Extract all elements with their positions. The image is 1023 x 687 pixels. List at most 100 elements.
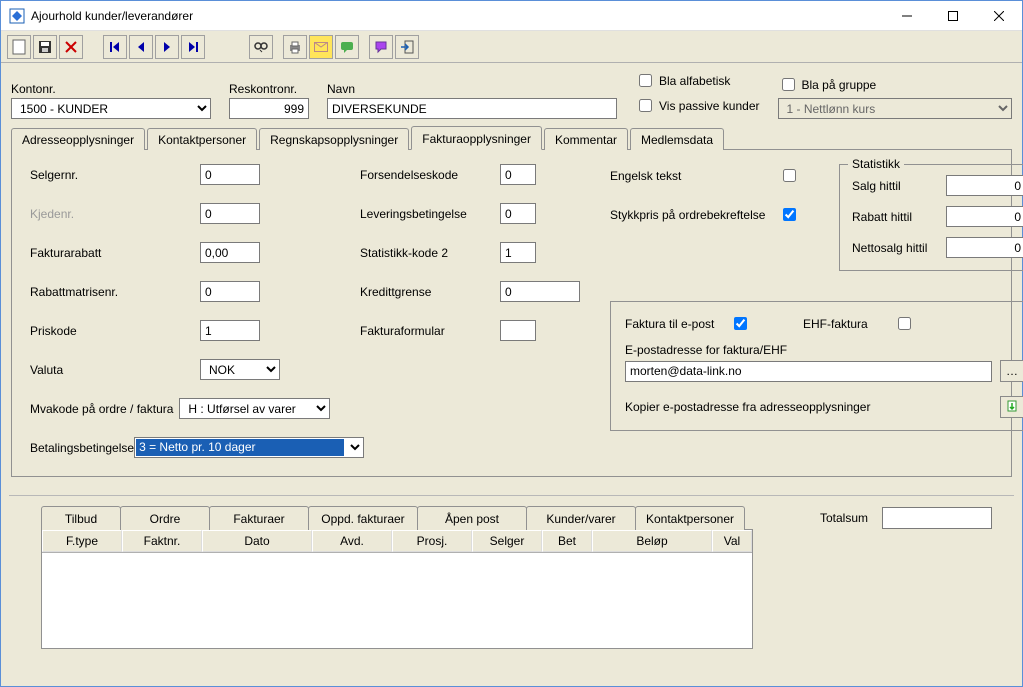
titlebar: Ajourhold kunder/leverandører [1, 1, 1022, 31]
last-button[interactable] [181, 35, 205, 59]
header-fields: Kontonr. 1500 - KUNDER Reskontronr. Navn… [11, 71, 1012, 119]
subtab-kontakt[interactable]: Kontaktpersoner [635, 506, 745, 530]
ehf-checkbox[interactable]: EHF-faktura [803, 314, 914, 333]
sms-button[interactable] [335, 35, 359, 59]
save-button[interactable] [33, 35, 57, 59]
grid-body[interactable] [42, 553, 752, 648]
fform-label: Fakturaformular [360, 324, 500, 338]
print-button[interactable] [283, 35, 307, 59]
search-button[interactable] [249, 35, 273, 59]
nettosalg-input[interactable] [946, 237, 1023, 258]
subtab-oppd[interactable]: Oppd. fakturaer [308, 506, 418, 530]
kreditt-label: Kredittgrense [360, 285, 500, 299]
subtab-fakturaer[interactable]: Fakturaer [209, 506, 309, 530]
bottom-area: Tilbud Ordre Fakturaer Oppd. fakturaer Å… [11, 506, 1012, 649]
maximize-button[interactable] [930, 1, 976, 30]
faktura-epost-checkbox[interactable]: Faktura til e-post [625, 314, 795, 333]
main-tabs: Adresseopplysninger Kontaktpersoner Regn… [11, 125, 1012, 150]
fform-input[interactable] [500, 320, 536, 341]
epost-addr-input[interactable] [625, 361, 992, 382]
tab-regnskap[interactable]: Regnskapsopplysninger [259, 128, 409, 150]
prev-button[interactable] [129, 35, 153, 59]
new-button[interactable] [7, 35, 31, 59]
close-button[interactable] [976, 1, 1022, 30]
salg-input[interactable] [946, 175, 1023, 196]
col-selger[interactable]: Selger [472, 530, 542, 552]
col-bet[interactable]: Bet [542, 530, 592, 552]
priskode-input[interactable] [200, 320, 260, 341]
mvakode-select[interactable]: H : Utførsel av varer [179, 398, 330, 419]
col-prosj[interactable]: Prosj. [392, 530, 472, 552]
subtab-tilbud[interactable]: Tilbud [41, 506, 121, 530]
mail-button[interactable] [309, 35, 333, 59]
epost-browse-button[interactable]: … [1000, 360, 1023, 382]
kopier-button[interactable] [1000, 396, 1023, 418]
tab-adresse[interactable]: Adresseopplysninger [11, 128, 145, 150]
valuta-select[interactable]: NOK [200, 359, 280, 380]
stat2-label: Statistikk-kode 2 [360, 246, 500, 260]
grid-header: F.type Faktnr. Dato Avd. Prosj. Selger B… [42, 530, 752, 553]
rabattmatrisenr-input[interactable] [200, 281, 260, 302]
app-window: Ajourhold kunder/leverandører Kontonr. [0, 0, 1023, 687]
col-faktnr[interactable]: Faktnr. [122, 530, 202, 552]
navn-input[interactable] [327, 98, 617, 119]
tab-kommentar[interactable]: Kommentar [544, 128, 628, 150]
forsend-input[interactable] [500, 164, 536, 185]
statistikk-group: Statistikk Salg hittil Rabatt hittil Net… [839, 164, 1023, 271]
tab-faktura[interactable]: Fakturaopplysninger [411, 126, 542, 150]
faktura-panel: Selgernr. Kjedenr. Fakturarabatt Rabattm… [11, 150, 1012, 477]
subtab-ordre[interactable]: Ordre [120, 506, 210, 530]
statistikk-title: Statistikk [848, 157, 904, 171]
col-belop[interactable]: Beløp [592, 530, 712, 552]
stat2-input[interactable] [500, 242, 536, 263]
minimize-button[interactable] [884, 1, 930, 30]
bla-alfabetisk-checkbox[interactable]: Bla alfabetisk [635, 71, 760, 90]
stykkpris-checkbox[interactable]: Stykkpris på ordrebekreftelse [610, 205, 799, 224]
toolbar [1, 31, 1022, 63]
sub-tabs: Tilbud Ordre Fakturaer Oppd. fakturaer Å… [41, 506, 745, 530]
selgernr-input[interactable] [200, 164, 260, 185]
engelsk-checkbox[interactable]: Engelsk tekst [610, 166, 799, 185]
bla-gruppe-checkbox[interactable]: Bla på gruppe [778, 75, 1013, 94]
selgernr-label: Selgernr. [30, 168, 200, 182]
kontonr-label: Kontonr. [11, 82, 211, 96]
kontonr-select[interactable]: 1500 - KUNDER [11, 98, 211, 119]
fakturarabatt-input[interactable] [200, 242, 260, 263]
mvakode-label: Mvakode på ordre / faktura [30, 402, 179, 416]
divider [9, 495, 1014, 496]
rabatt-input[interactable] [946, 206, 1023, 227]
next-button[interactable] [155, 35, 179, 59]
reskontronr-label: Reskontronr. [229, 82, 309, 96]
invoice-email-group: Faktura til e-post EHF-faktura E-postadr… [610, 301, 1023, 431]
salg-label: Salg hittil [852, 179, 946, 193]
betaling-label: Betalingsbetingelse [30, 441, 134, 455]
betaling-select[interactable]: 3 = Netto pr. 10 dager [134, 437, 364, 458]
epost-addr-label: E-postadresse for faktura/EHF [625, 343, 1023, 357]
rabatt-label: Rabatt hittil [852, 210, 946, 224]
kreditt-input[interactable] [500, 281, 580, 302]
fakturarabatt-label: Fakturarabatt [30, 246, 200, 260]
gruppe-select[interactable]: 1 - Nettlønn kurs [778, 98, 1013, 119]
levering-input[interactable] [500, 203, 536, 224]
exit-button[interactable] [395, 35, 419, 59]
col-val[interactable]: Val [712, 530, 752, 552]
reskontronr-input[interactable] [229, 98, 309, 119]
subtab-apen[interactable]: Åpen post [417, 506, 527, 530]
rabattmatrisenr-label: Rabattmatrisenr. [30, 285, 200, 299]
priskode-label: Priskode [30, 324, 200, 338]
vis-passive-checkbox[interactable]: Vis passive kunder [635, 96, 760, 115]
kjedenr-input[interactable] [200, 203, 260, 224]
tab-medlem[interactable]: Medlemsdata [630, 128, 724, 150]
col-dato[interactable]: Dato [202, 530, 312, 552]
totalsum-label: Totalsum [820, 511, 868, 525]
totalsum-input[interactable] [882, 507, 992, 529]
copy-down-icon [1005, 400, 1019, 414]
help-button[interactable] [369, 35, 393, 59]
tab-kontakt[interactable]: Kontaktpersoner [147, 128, 257, 150]
first-button[interactable] [103, 35, 127, 59]
subtab-kundervarer[interactable]: Kunder/varer [526, 506, 636, 530]
delete-button[interactable] [59, 35, 83, 59]
col-avd[interactable]: Avd. [312, 530, 392, 552]
col-ftype[interactable]: F.type [42, 530, 122, 552]
window-title: Ajourhold kunder/leverandører [31, 9, 884, 23]
